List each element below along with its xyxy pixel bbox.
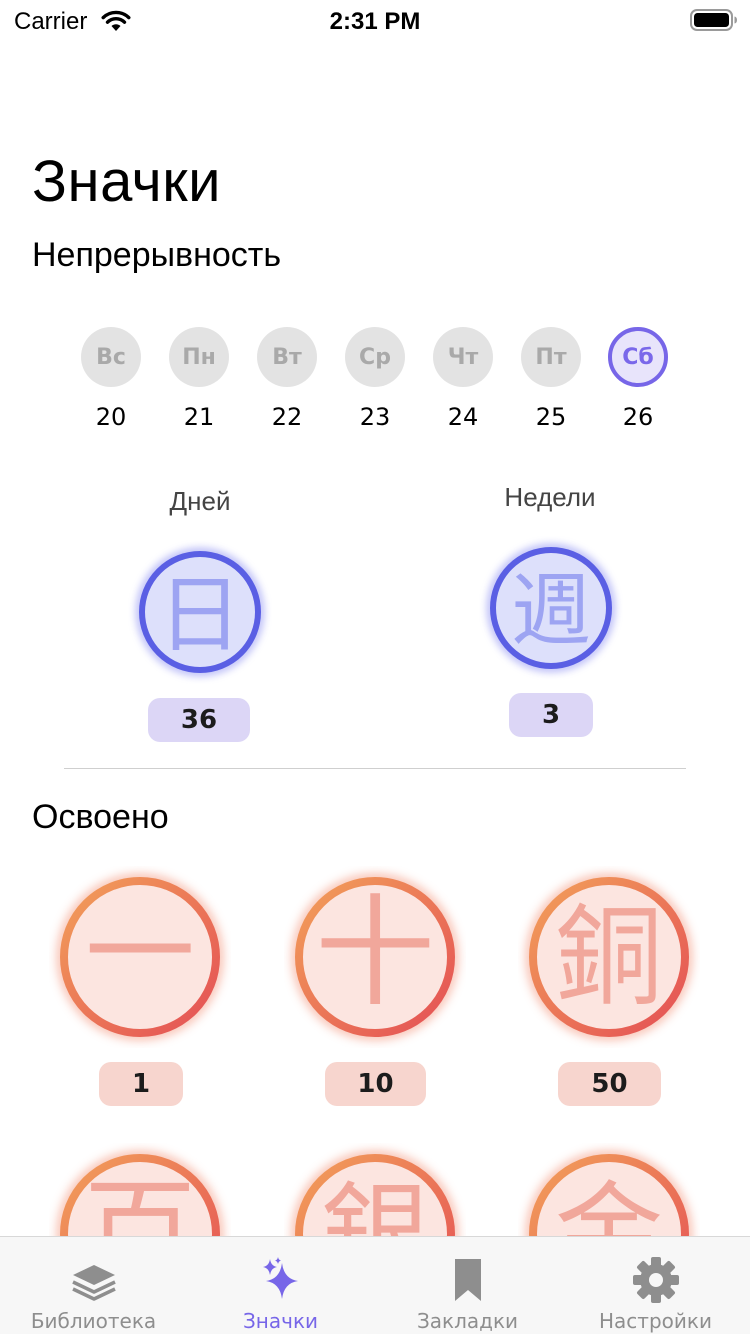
weekday-date: 26: [622, 403, 654, 431]
section-divider: [64, 768, 686, 769]
mastered-section-title: Освоено: [32, 798, 169, 836]
weekday-circle: Ср: [345, 327, 405, 387]
weeks-count-badge: 3: [509, 693, 593, 737]
gear-icon: [632, 1257, 679, 1303]
status-time: 2:31 PM: [329, 8, 421, 35]
tab-badges[interactable]: Значки: [187, 1237, 374, 1334]
days-streak-label: Дней: [169, 486, 231, 516]
tab-library[interactable]: Библиотека: [0, 1237, 187, 1334]
bookmark-icon: [454, 1259, 481, 1301]
weekday-date: 20: [95, 403, 127, 431]
mastery-count-10: 10: [325, 1062, 426, 1106]
weekday-circle-today: Сб: [608, 327, 668, 387]
page-title: Значки: [32, 149, 222, 214]
weekday-date: 22: [271, 403, 303, 431]
weekday-monday: Пн 21: [169, 327, 229, 431]
mastery-badge-1[interactable]: 一: [49, 866, 231, 1048]
weeks-streak-label: Недели: [504, 482, 596, 512]
weekday-circle: Вс: [81, 327, 141, 387]
tab-bookmarks-label: Закладки: [416, 1309, 519, 1333]
tab-settings-label: Настройки: [599, 1309, 712, 1333]
days-glyph: 日: [158, 566, 242, 664]
tab-settings[interactable]: Настройки: [562, 1237, 749, 1334]
mastery-glyph: 銅: [555, 895, 663, 1020]
weekday-tuesday: Вт 22: [257, 327, 317, 431]
weekday-date: 24: [447, 403, 479, 431]
days-streak-badge[interactable]: 日: [128, 540, 272, 684]
weekday-circle: Вт: [257, 327, 317, 387]
weekday-circle: Пн: [169, 327, 229, 387]
tab-library-label: Библиотека: [30, 1309, 157, 1333]
mastery-badge-50[interactable]: 銅: [518, 866, 700, 1048]
mastery-badge-10[interactable]: 十: [284, 866, 466, 1048]
layers-icon: [71, 1265, 116, 1301]
weeks-streak-badge[interactable]: 週: [479, 536, 623, 680]
weekday-thursday: Чт 24: [433, 327, 493, 431]
mastery-glyph: 一: [85, 889, 195, 1017]
tab-bookmarks[interactable]: Закладки: [374, 1237, 561, 1334]
weekday-saturday: Сб 26: [608, 327, 668, 431]
streak-section-title: Непрерывность: [32, 236, 282, 274]
mastery-count-1: 1: [99, 1062, 183, 1106]
tab-bar: Библиотека Значки Закладки Настройки: [0, 1236, 750, 1334]
weekday-wednesday: Ср 23: [345, 327, 405, 431]
weekday-sunday: Вс 20: [81, 327, 141, 431]
weekday-date: 21: [183, 403, 215, 431]
tab-badges-label: Значки: [242, 1309, 319, 1333]
weekday-date: 23: [359, 403, 391, 431]
mastery-glyph: 十: [315, 884, 435, 1023]
weeks-glyph: 週: [511, 564, 591, 657]
status-bar: Carrier 2:31 PM: [0, 0, 750, 40]
battery-icon: [690, 9, 737, 31]
mastery-count-50: 50: [558, 1062, 661, 1106]
weekday-circle: Пт: [521, 327, 581, 387]
weekday-date: 25: [535, 403, 567, 431]
weekday-friday: Пт 25: [521, 327, 581, 431]
weeks-streak-label-wrap: Недели: [450, 482, 650, 513]
days-streak-label-wrap: Дней: [100, 486, 300, 517]
weekday-circle: Чт: [433, 327, 493, 387]
days-count-badge: 36: [148, 698, 250, 742]
sparkles-icon: [262, 1257, 298, 1299]
